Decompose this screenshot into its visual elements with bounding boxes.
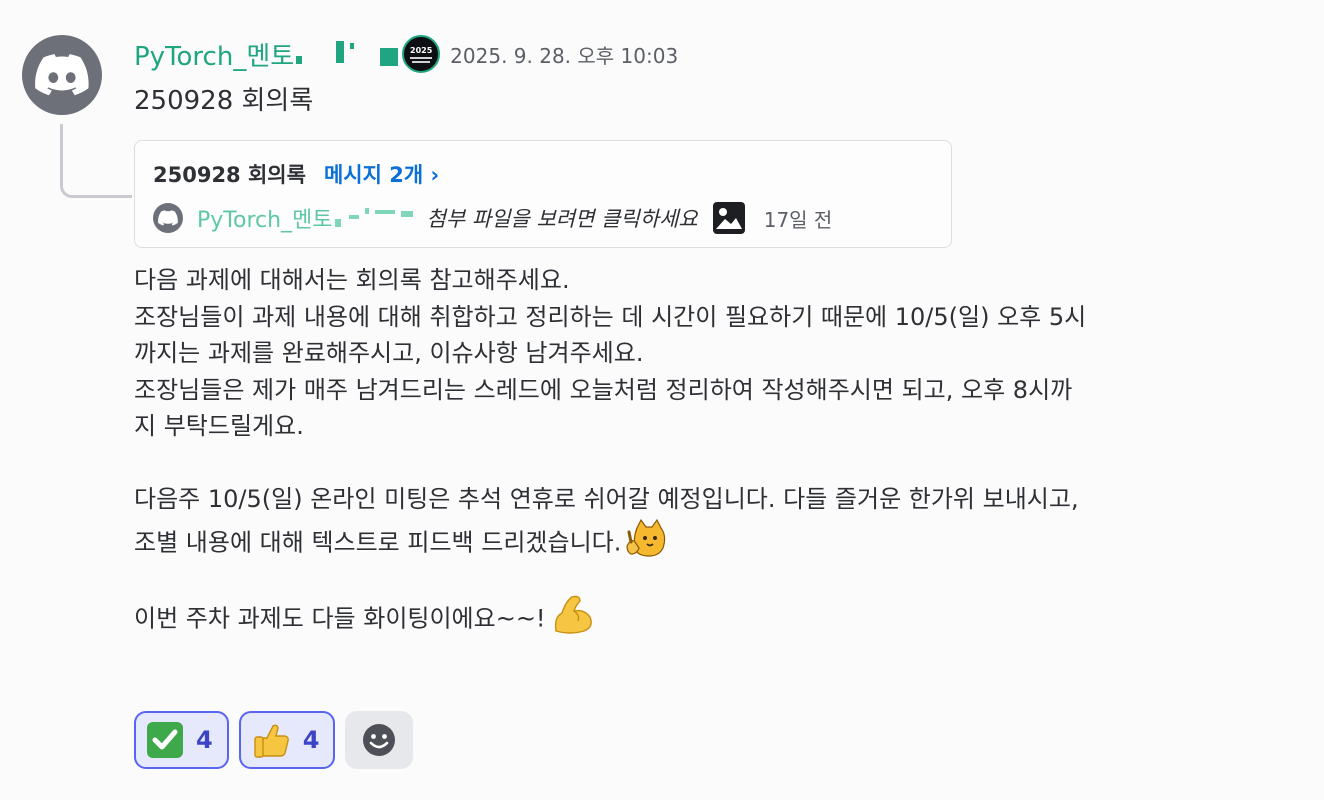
thread-message-count-link[interactable]: 메시지 2개 › bbox=[324, 159, 439, 189]
message-body: 다음 과제에 대해서는 회의록 참고해주세요. 조장님들이 과제 내용에 대해 … bbox=[134, 262, 1304, 634]
thread-title: 250928 회의록 bbox=[153, 163, 306, 187]
image-icon bbox=[712, 201, 746, 235]
reaction-check[interactable]: 4 bbox=[134, 711, 229, 769]
reaction-count: 4 bbox=[196, 726, 213, 754]
thread-author-avatar bbox=[153, 203, 183, 233]
thread-preview-text: 첨부 파일을 보려면 클릭하세요 bbox=[426, 207, 698, 231]
thumbs-up-emoji bbox=[254, 724, 289, 758]
add-reaction-button[interactable] bbox=[345, 711, 414, 769]
body-spacer bbox=[134, 445, 1304, 482]
message-timestamp[interactable]: 2025. 9. 28. 오후 10:03 bbox=[450, 40, 678, 69]
message-title: 250928 회의록 bbox=[134, 86, 314, 116]
reaction-bar: 4 4 bbox=[134, 711, 414, 769]
body-spacer bbox=[134, 554, 1304, 591]
check-mark-emoji bbox=[147, 722, 183, 758]
community-badge-icon[interactable]: 2025 bbox=[402, 35, 441, 73]
body-line: 다음 과제에 대해서는 회의록 참고해주세요. bbox=[134, 266, 570, 294]
discord-icon bbox=[35, 54, 89, 96]
discord-icon bbox=[158, 210, 178, 226]
body-line: 조별 내용에 대해 텍스트로 피드백 드리겠습니다. bbox=[134, 527, 622, 556]
cat-pointing-emoji[interactable] bbox=[625, 518, 669, 569]
name-decoration bbox=[334, 208, 413, 227]
body-line: 조장님들은 제가 매주 남겨드리는 스레드에 오늘처럼 정리하여 작성해주시면 … bbox=[134, 375, 1073, 404]
flexed-biceps-emoji[interactable] bbox=[550, 591, 596, 648]
thread-connector bbox=[60, 124, 132, 198]
thread-author-name: PyTorch_멘토 bbox=[197, 208, 333, 233]
body-line: 다음주 10/5(일) 온라인 미팅은 추석 연휴로 쉬어갈 예정입니다. 다들… bbox=[134, 485, 1079, 513]
body-line-with-emoji: 조별 내용에 대해 텍스트로 피드백 드리겠습니다. bbox=[134, 518, 1304, 557]
body-line: 지 부탁드릴게요. bbox=[134, 412, 304, 440]
body-line-with-emoji: 이번 주차 과제도 다들 화이팅이에요~~! bbox=[134, 591, 1304, 634]
author-avatar[interactable] bbox=[22, 35, 102, 115]
smiley-add-icon bbox=[363, 724, 396, 756]
body-line: 조장님들이 과제 내용에 대해 취합하고 정리하는 데 시간이 필요하기 때문에… bbox=[134, 302, 1087, 331]
thread-card[interactable]: 250928 회의록 메시지 2개 › PyTorch_멘토 첨부 파일을 보려… bbox=[134, 140, 952, 248]
body-line: 까지는 과제를 완료해주시고, 이슈사항 남겨주세요. bbox=[134, 339, 644, 367]
thread-last-activity: 17일 전 bbox=[763, 207, 833, 232]
body-line: 이번 주차 과제도 다들 화이팅이에요~~! bbox=[134, 603, 546, 632]
name-decoration bbox=[296, 41, 399, 66]
author-name[interactable]: PyTorch_멘토 bbox=[134, 36, 294, 73]
reaction-thumbs-up[interactable]: 4 bbox=[238, 711, 336, 769]
reaction-count: 4 bbox=[302, 726, 320, 754]
message-header: PyTorch_멘토 2025 2025. 9. 28. 오후 10:03 bbox=[134, 35, 678, 73]
